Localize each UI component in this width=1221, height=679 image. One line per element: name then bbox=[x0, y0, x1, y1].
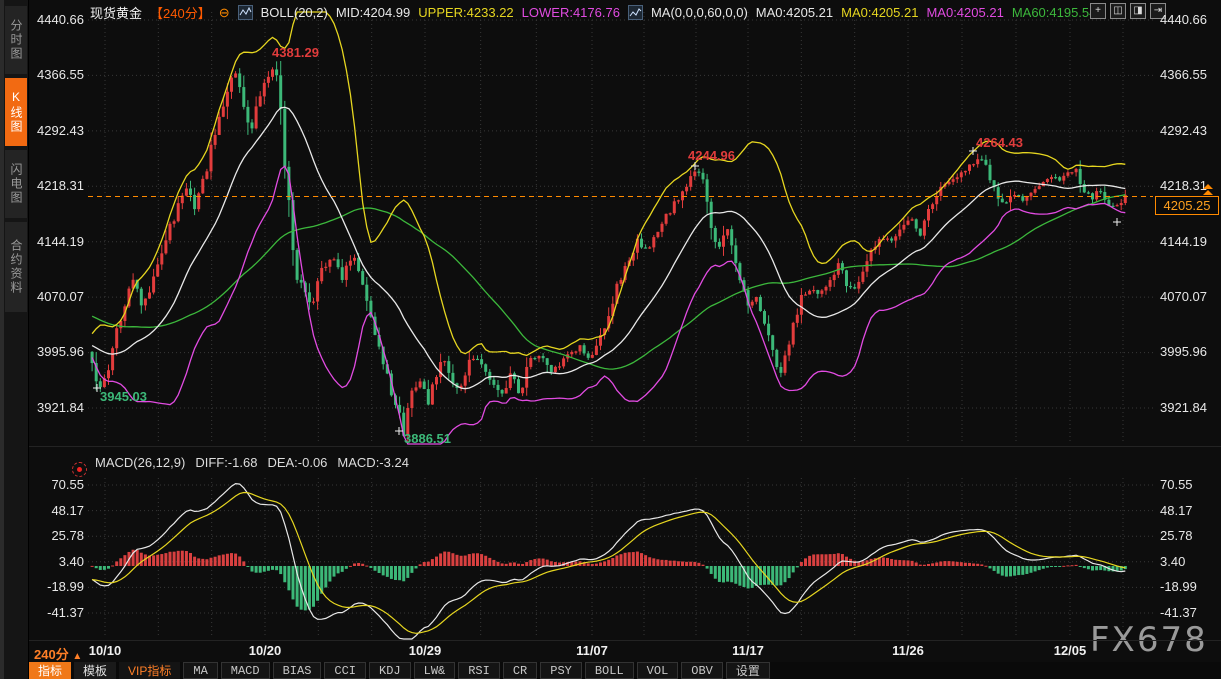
time-axis-label: 10/20 bbox=[233, 643, 297, 658]
high-price-annotation: 4381.29 bbox=[272, 45, 319, 60]
tab-macd[interactable]: MACD bbox=[221, 662, 270, 679]
tab-cci[interactable]: CCI bbox=[324, 662, 366, 679]
low-price-annotation: 3945.03 bbox=[100, 389, 147, 404]
tab-bias[interactable]: BIAS bbox=[273, 662, 322, 679]
macd-diff-value: DIFF:-1.68 bbox=[195, 455, 257, 470]
y-axis-label: 4070.07 bbox=[30, 289, 84, 304]
time-axis-label: 10/29 bbox=[393, 643, 457, 658]
tab-indicators[interactable]: 指标 bbox=[29, 662, 71, 679]
chart-toolbar: + ◫ ◨ ⇥ bbox=[1090, 3, 1166, 19]
ma0-white-value: MA0:4205.21 bbox=[756, 5, 833, 20]
macd-axis-label: 25.78 bbox=[1160, 528, 1220, 543]
ma-label: MA(0,0,0,60,0,0) bbox=[651, 5, 748, 20]
y-axis-label: 3995.96 bbox=[30, 344, 84, 359]
macd-dea-value: DEA:-0.06 bbox=[267, 455, 327, 470]
y-axis-label: 4070.07 bbox=[1160, 289, 1220, 304]
boll-upper-value: UPPER:4233.22 bbox=[418, 5, 513, 20]
macd-title: MACD(26,12,9) bbox=[95, 455, 185, 470]
macd-axis-label: 48.17 bbox=[1160, 503, 1220, 518]
y-axis-label: 4366.55 bbox=[30, 67, 84, 82]
time-axis-label: 11/07 bbox=[560, 643, 624, 658]
macd-settings-icon[interactable] bbox=[72, 462, 87, 477]
macd-header: MACD(26,12,9) DIFF:-1.68 DEA:-0.06 MACD:… bbox=[95, 455, 409, 470]
macd-axis-label: -41.37 bbox=[30, 605, 84, 620]
y-axis-label: 4440.66 bbox=[1160, 12, 1220, 27]
ma60-value: MA60:4195.54 bbox=[1012, 5, 1097, 20]
zoom-in-icon[interactable]: ◫ bbox=[1110, 3, 1126, 19]
tab-lw[interactable]: LW& bbox=[414, 662, 456, 679]
indicator-tab-bar: 指标 模板 VIP指标 MA MACD BIAS CCI KDJ LW& RSI… bbox=[29, 662, 1221, 679]
y-axis-label: 3995.96 bbox=[1160, 344, 1220, 359]
tab-obv[interactable]: OBV bbox=[681, 662, 723, 679]
macd-axis-label: 3.40 bbox=[30, 554, 84, 569]
boll-label: BOLL(20,2) bbox=[261, 5, 328, 20]
time-axis-label: 11/26 bbox=[876, 643, 940, 658]
macd-axis-label: 70.55 bbox=[30, 477, 84, 492]
tab-boll[interactable]: BOLL bbox=[585, 662, 634, 679]
y-axis-label: 4144.19 bbox=[1160, 234, 1220, 249]
low-price-annotation: 3886.51 bbox=[404, 431, 451, 446]
macd-macd-value: MACD:-3.24 bbox=[337, 455, 409, 470]
trading-app-window: 分时图 K线图 闪电图 合约资料 现货黄金【240分】 ⊖ BOLL(20,2)… bbox=[0, 0, 1221, 679]
boll-lower-value: LOWER:4176.76 bbox=[522, 5, 620, 20]
tab-vol[interactable]: VOL bbox=[637, 662, 679, 679]
period-tag: 【240分】 bbox=[150, 3, 211, 22]
collapse-indicator-icon[interactable]: ⊖ bbox=[219, 6, 230, 19]
pane-divider bbox=[29, 640, 1221, 641]
y-axis-label: 4218.31 bbox=[30, 178, 84, 193]
ma-indicator-icon[interactable] bbox=[628, 5, 643, 20]
macd-axis-label: 70.55 bbox=[1160, 477, 1220, 492]
chart-header: 现货黄金【240分】 ⊖ BOLL(20,2) MID:4204.99 UPPE… bbox=[90, 4, 1096, 20]
zoom-out-icon[interactable]: ◨ bbox=[1130, 3, 1146, 19]
time-axis-label: 10/10 bbox=[73, 643, 137, 658]
macd-axis-label: -18.99 bbox=[30, 579, 84, 594]
y-axis-label: 3921.84 bbox=[1160, 400, 1220, 415]
macd-axis-label: -41.37 bbox=[1160, 605, 1220, 620]
macd-axis-label: -18.99 bbox=[1160, 579, 1220, 594]
tab-psy[interactable]: PSY bbox=[540, 662, 582, 679]
pane-divider bbox=[29, 446, 1221, 447]
high-price-annotation: 4264.43 bbox=[976, 135, 1023, 150]
tab-settings[interactable]: 设置 bbox=[726, 662, 770, 679]
y-axis-label: 3921.84 bbox=[30, 400, 84, 415]
ma0-yellow-value: MA0:4205.21 bbox=[841, 5, 918, 20]
y-axis-label: 4292.43 bbox=[30, 123, 84, 138]
macd-axis-label: 25.78 bbox=[30, 528, 84, 543]
y-axis-label: 4366.55 bbox=[1160, 67, 1220, 82]
boll-mid-value: MID:4204.99 bbox=[336, 5, 410, 20]
macd-axis-label: 48.17 bbox=[30, 503, 84, 518]
ma0-magenta-value: MA0:4205.21 bbox=[926, 5, 1003, 20]
y-axis-label: 4144.19 bbox=[30, 234, 84, 249]
tab-templates[interactable]: 模板 bbox=[74, 662, 116, 679]
y-axis-label: 4440.66 bbox=[30, 12, 84, 27]
tab-rsi[interactable]: RSI bbox=[458, 662, 500, 679]
time-axis-label: 11/17 bbox=[716, 643, 780, 658]
tab-kdj[interactable]: KDJ bbox=[369, 662, 411, 679]
symbol-title: 现货黄金 bbox=[90, 3, 142, 22]
tab-ma[interactable]: MA bbox=[183, 662, 217, 679]
tab-cr[interactable]: CR bbox=[503, 662, 537, 679]
boll-indicator-icon[interactable] bbox=[238, 5, 253, 20]
candlestick-chart-canvas[interactable] bbox=[0, 0, 1221, 679]
tab-vip-indicators[interactable]: VIP指标 bbox=[119, 662, 180, 679]
high-price-annotation: 4244.96 bbox=[688, 148, 735, 163]
y-axis-label: 4292.43 bbox=[1160, 123, 1220, 138]
crosshair-icon[interactable]: + bbox=[1090, 3, 1106, 19]
current-price-tag: 4205.25 bbox=[1155, 196, 1219, 215]
macd-axis-label: 3.40 bbox=[1160, 554, 1220, 569]
